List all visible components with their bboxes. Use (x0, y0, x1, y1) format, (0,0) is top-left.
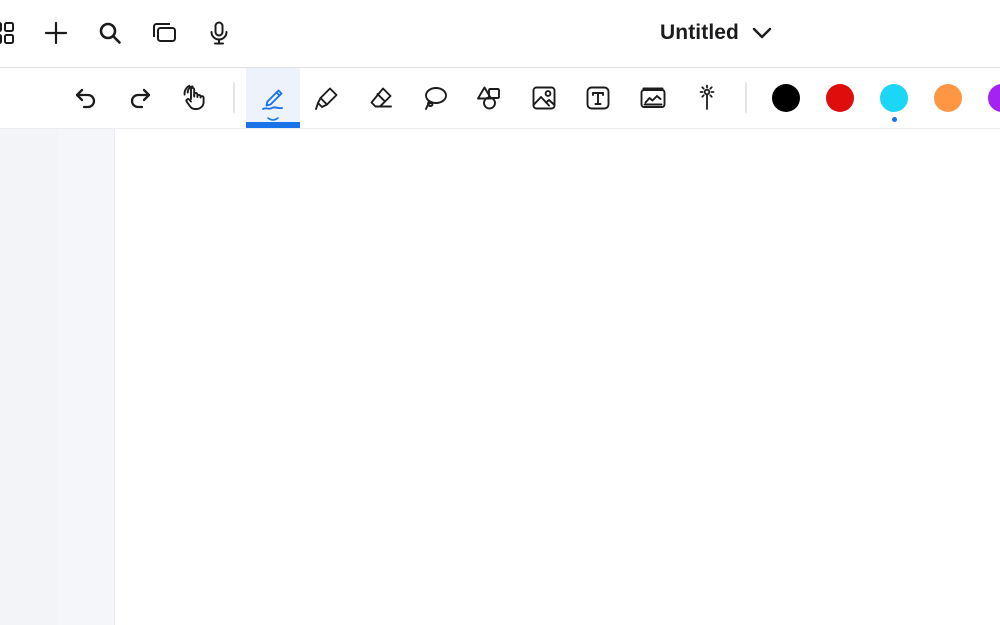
search-icon[interactable] (95, 18, 125, 48)
redo-button[interactable] (113, 68, 167, 128)
hand-tool[interactable] (167, 68, 221, 128)
page-thumbnails-sidebar[interactable] (0, 129, 115, 625)
shapes-tool[interactable] (462, 68, 516, 128)
color-swatch-purple[interactable] (988, 84, 1000, 112)
lasso-tool[interactable] (408, 68, 462, 128)
highlighter-tool[interactable] (300, 68, 354, 128)
undo-icon (75, 88, 96, 109)
tool-bar (0, 68, 1000, 129)
color-swatch-black[interactable] (772, 84, 800, 112)
pen-icon (262, 89, 283, 110)
text-tool[interactable] (571, 68, 625, 128)
color-swatch-cyan[interactable] (880, 84, 908, 112)
toolbar-divider (745, 82, 747, 113)
notes-app: Untitled (0, 0, 1000, 625)
pages-icon[interactable] (149, 18, 179, 48)
pen-tool[interactable] (246, 68, 300, 128)
drawing-canvas[interactable] (115, 129, 1000, 625)
eraser-icon (370, 87, 392, 108)
highlighter-icon (315, 87, 338, 110)
top-bar: Untitled (0, 0, 1000, 68)
document-title: Untitled (660, 21, 739, 44)
redo-icon (130, 88, 151, 109)
grid-icon[interactable] (0, 18, 18, 48)
hand-pointer-icon (183, 84, 205, 110)
chevron-down-icon (752, 27, 772, 39)
toolbar-divider (233, 82, 235, 113)
plus-icon[interactable] (41, 18, 71, 48)
image-icon (532, 86, 556, 110)
laser-pointer-tool[interactable] (680, 68, 734, 128)
sticker-tool[interactable] (626, 68, 680, 128)
laser-pointer-icon (699, 84, 715, 110)
shapes-icon (477, 86, 500, 110)
sidebar-column (0, 129, 58, 625)
sticker-icon (640, 87, 666, 108)
selected-color-indicator (891, 117, 897, 122)
lasso-icon (425, 87, 447, 110)
tool-options-chevron-icon (267, 117, 279, 121)
color-swatch-orange[interactable] (934, 84, 962, 112)
eraser-tool[interactable] (354, 68, 408, 128)
color-swatch-red[interactable] (826, 84, 854, 112)
document-title-menu[interactable]: Untitled (660, 17, 773, 49)
image-tool[interactable] (517, 68, 571, 128)
text-box-icon (586, 86, 610, 110)
undo-button[interactable] (59, 68, 113, 128)
microphone-icon[interactable] (204, 18, 234, 48)
